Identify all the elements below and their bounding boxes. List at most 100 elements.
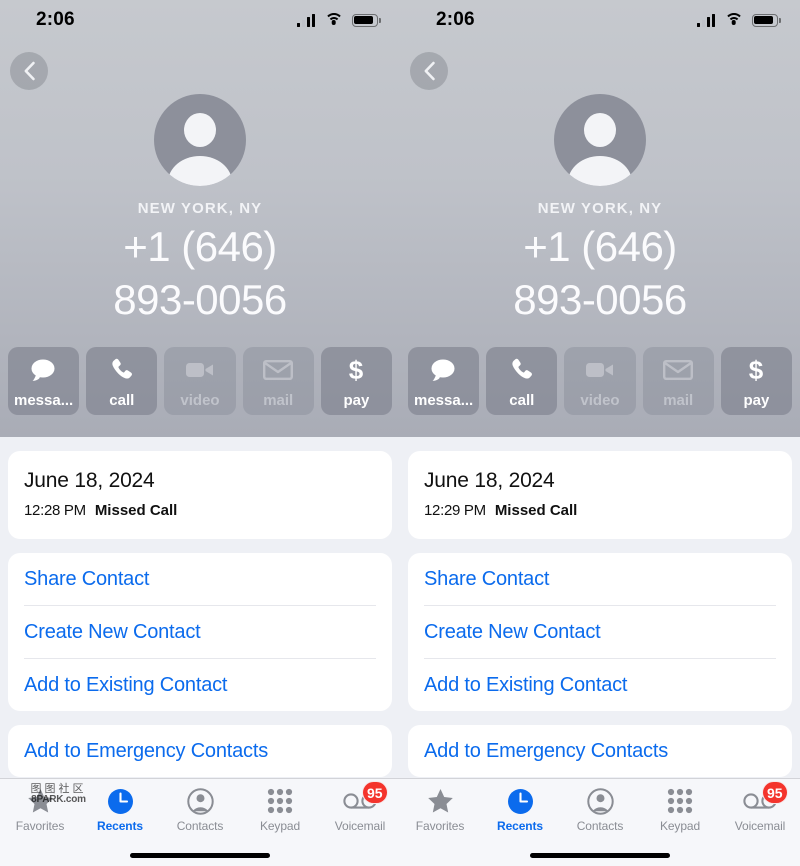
tab-label: Favorites — [415, 819, 465, 833]
call-date: June 18, 2024 — [24, 469, 155, 492]
envelope-icon — [643, 347, 714, 392]
add-to-existing-contact-row[interactable]: Add to Existing Contact — [24, 659, 376, 711]
tabs-left: 图图社区 8PARK.com Favorites Recents Contact… — [0, 779, 400, 844]
tab-label: Contacts — [576, 819, 624, 833]
contact-phone-line2: 893-0056 — [113, 275, 287, 323]
add-to-emergency-contacts-row[interactable]: Add to Emergency Contacts — [424, 725, 776, 777]
home-indicator[interactable] — [0, 844, 400, 866]
tab-favorites[interactable]: Favorites — [400, 786, 480, 844]
tab-label: Voicemail — [334, 819, 386, 833]
wifi-icon — [324, 13, 343, 27]
battery-icon — [352, 13, 381, 27]
envelope-icon — [243, 347, 314, 392]
home-indicator[interactable] — [400, 844, 800, 866]
person-circle-icon — [586, 786, 614, 816]
tab-recents[interactable]: Recents — [480, 786, 560, 844]
action-label: video — [580, 392, 620, 409]
create-new-contact-row[interactable]: Create New Contact — [24, 606, 376, 659]
tab-contacts[interactable]: Contacts — [560, 786, 640, 844]
wifi-icon — [724, 13, 743, 27]
svg-text:$: $ — [749, 356, 764, 384]
voicemail-icon: 95 — [743, 781, 788, 816]
action-call[interactable]: call — [86, 347, 158, 415]
status-icons — [296, 13, 381, 27]
tab-voicemail[interactable]: 95 Voicemail — [720, 781, 800, 844]
call-entry-card: June 18, 2024 12:28 PM Missed Call — [8, 451, 392, 539]
tab-bar-left: 图图社区 8PARK.com Favorites Recents Contact… — [0, 778, 400, 866]
phone-panel-left: 2:06 NEW YORK, NY +1 (646) 893-0056 mess… — [0, 0, 400, 866]
action-video[interactable]: video — [164, 347, 236, 415]
tabs-right: Favorites Recents Contacts Keypad 95 Voi… — [400, 779, 800, 844]
contact-locality: NEW YORK, NY — [537, 200, 663, 217]
quick-actions-left: messa... call video mail $ pay — [4, 347, 396, 415]
call-entry-card: June 18, 2024 12:29 PM Missed Call — [408, 451, 792, 539]
tab-voicemail[interactable]: 95 Voicemail — [320, 781, 400, 844]
action-label: call — [509, 392, 535, 409]
video-camera-icon — [164, 347, 235, 392]
status-time: 2:06 — [36, 9, 75, 30]
avatar-head — [184, 113, 216, 147]
action-message[interactable]: messa... — [408, 347, 480, 415]
call-meta: 12:29 PM Missed Call — [424, 502, 776, 519]
action-mail[interactable]: mail — [242, 347, 314, 415]
action-label: mail — [663, 392, 694, 409]
action-video[interactable]: video — [564, 347, 636, 415]
contact-actions-card: Share Contact Create New Contact Add to … — [8, 553, 392, 711]
person-circle-icon — [186, 786, 214, 816]
call-type: Missed Call — [94, 502, 178, 519]
avatar-container — [400, 94, 800, 186]
voicemail-icon: 95 — [343, 781, 388, 816]
action-message[interactable]: messa... — [8, 347, 80, 415]
phone-handset-icon — [86, 347, 157, 392]
avatar — [154, 94, 246, 186]
status-bar-left: 2:06 — [0, 0, 400, 40]
call-meta: 12:28 PM Missed Call — [24, 502, 376, 519]
tab-label: Contacts — [176, 819, 224, 833]
back-chevron-icon — [424, 61, 435, 81]
clock-icon — [107, 786, 134, 816]
avatar — [554, 94, 646, 186]
emergency-contacts-card: Add to Emergency Contacts — [8, 725, 392, 777]
action-label: mail — [263, 392, 294, 409]
message-bubble-icon — [8, 347, 79, 392]
emergency-contacts-card: Add to Emergency Contacts — [408, 725, 792, 777]
action-pay[interactable]: $ pay — [720, 347, 793, 415]
contact-actions-card: Share Contact Create New Contact Add to … — [408, 553, 792, 711]
tab-contacts[interactable]: Contacts — [160, 786, 240, 844]
action-pay[interactable]: $ pay — [320, 347, 393, 415]
status-time: 2:06 — [436, 9, 475, 30]
avatar-head — [584, 113, 616, 147]
tab-keypad[interactable]: Keypad — [640, 786, 720, 844]
avatar-body — [168, 156, 232, 186]
tab-label: Keypad — [659, 819, 701, 833]
cellular-signal-icon — [296, 13, 315, 27]
contact-hero-right: 2:06 NEW YORK, NY +1 (646) 893-0056 mess… — [400, 0, 800, 437]
phone-panel-right: 2:06 NEW YORK, NY +1 (646) 893-0056 mess… — [400, 0, 800, 866]
tab-recents[interactable]: Recents — [80, 786, 160, 844]
contact-phone-line2: 893-0056 — [513, 275, 687, 323]
tab-favorites[interactable]: 图图社区 8PARK.com Favorites — [0, 783, 86, 844]
add-to-existing-contact-row[interactable]: Add to Existing Contact — [424, 659, 776, 711]
status-icons — [696, 13, 781, 27]
voicemail-badge: 95 — [362, 781, 388, 804]
video-camera-icon — [564, 347, 635, 392]
call-date: June 18, 2024 — [424, 469, 555, 492]
action-mail[interactable]: mail — [642, 347, 714, 415]
back-button[interactable] — [410, 52, 448, 90]
tab-label: Favorites — [15, 819, 65, 833]
share-contact-row[interactable]: Share Contact — [424, 553, 776, 606]
action-label: pay — [743, 392, 770, 409]
action-call[interactable]: call — [486, 347, 558, 415]
phone-handset-icon — [486, 347, 557, 392]
back-button[interactable] — [10, 52, 48, 90]
tab-keypad[interactable]: Keypad — [240, 786, 320, 844]
add-to-emergency-contacts-row[interactable]: Add to Emergency Contacts — [24, 725, 376, 777]
create-new-contact-row[interactable]: Create New Contact — [424, 606, 776, 659]
share-contact-row[interactable]: Share Contact — [24, 553, 376, 606]
star-icon: 图图社区 8PARK.com — [27, 783, 86, 816]
call-type: Missed Call — [494, 502, 578, 519]
keypad-grid-icon — [667, 786, 693, 816]
message-bubble-icon — [408, 347, 479, 392]
action-label: messa... — [413, 392, 474, 409]
dollar-sign-icon: $ — [321, 347, 392, 392]
